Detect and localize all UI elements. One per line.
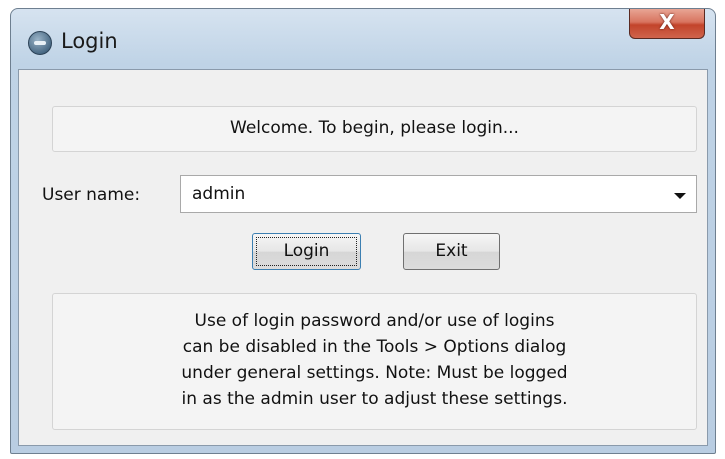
info-line: in as the admin user to adjust these set… bbox=[181, 389, 568, 409]
info-message: Use of login password and/or use of logi… bbox=[53, 308, 696, 412]
user-name-value[interactable]: admin bbox=[192, 184, 245, 204]
close-button[interactable]: X bbox=[629, 9, 705, 39]
window-title: Login bbox=[61, 29, 118, 53]
info-line: Use of login password and/or use of logi… bbox=[194, 311, 555, 331]
title-bar[interactable]: Login X bbox=[11, 9, 715, 71]
app-icon bbox=[28, 31, 52, 55]
user-name-combobox[interactable]: admin bbox=[180, 175, 697, 213]
chevron-down-icon[interactable] bbox=[674, 193, 686, 199]
login-button-label: Login bbox=[256, 237, 357, 266]
info-line: under general settings. Note: Must be lo… bbox=[181, 363, 568, 383]
login-button[interactable]: Login bbox=[252, 233, 361, 270]
user-name-label: User name: bbox=[42, 185, 141, 205]
dialog-content: Welcome. To begin, please login... User … bbox=[18, 69, 708, 446]
info-line: can be disabled in the Tools > Options d… bbox=[182, 337, 567, 357]
login-window: Login X Welcome. To begin, please login.… bbox=[10, 8, 716, 454]
exit-button[interactable]: Exit bbox=[403, 233, 500, 270]
info-panel: Use of login password and/or use of logi… bbox=[52, 293, 697, 430]
welcome-message: Welcome. To begin, please login... bbox=[230, 118, 519, 138]
welcome-panel: Welcome. To begin, please login... bbox=[52, 106, 697, 152]
